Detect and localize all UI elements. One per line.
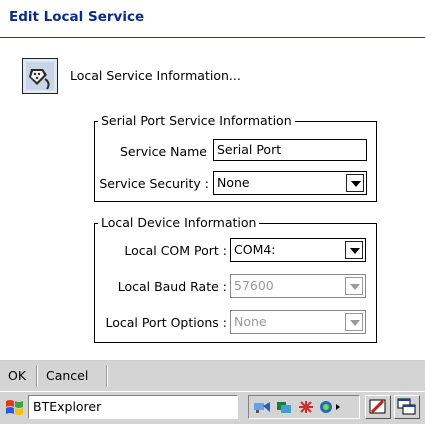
volume-icon[interactable] xyxy=(319,400,340,414)
chevron-down-icon[interactable] xyxy=(345,313,363,331)
service-name-input[interactable]: Serial Port xyxy=(213,139,367,161)
cancel-button[interactable]: Cancel xyxy=(46,368,88,383)
title-bar: Edit Local Service xyxy=(0,0,425,38)
chevron-down-icon[interactable] xyxy=(345,277,363,295)
edit-pen-icon[interactable] xyxy=(365,395,391,419)
info-text: Local Service Information... xyxy=(70,68,241,83)
windows-switch-icon[interactable] xyxy=(394,395,420,419)
taskbar-app-label: BTExplorer xyxy=(33,399,102,414)
local-com-port-label: Local COM Port : xyxy=(124,243,227,258)
window-title: Edit Local Service xyxy=(9,9,145,25)
taskbar: BTExplorer xyxy=(0,391,425,424)
chevron-down-icon[interactable] xyxy=(345,241,363,259)
local-baud-rate-value: 57600 xyxy=(234,278,274,293)
serial-cable-icon xyxy=(22,58,58,94)
service-security-label: Service Security : xyxy=(99,176,209,191)
ok-button[interactable]: OK xyxy=(8,368,26,383)
local-port-options-value: None xyxy=(234,314,267,329)
local-com-port-dropdown[interactable]: COM4: xyxy=(230,238,366,262)
device-group-legend: Local Device Information xyxy=(101,215,257,230)
chevron-down-icon[interactable] xyxy=(346,174,364,192)
local-port-options-label: Local Port Options : xyxy=(105,315,227,330)
edit-local-service-screen: Edit Local Service Local Service Informa… xyxy=(0,0,425,424)
service-name-label: Service Name xyxy=(119,144,207,159)
service-security-value: None xyxy=(217,175,250,190)
system-tray xyxy=(248,395,360,419)
local-port-options-dropdown[interactable]: None xyxy=(230,310,366,334)
bluetooth-icon[interactable] xyxy=(297,400,313,414)
local-com-port-value: COM4: xyxy=(234,242,276,257)
windows-flag-icon[interactable] xyxy=(4,398,26,418)
bluetooth-explorer-icon[interactable] xyxy=(253,400,270,414)
title-divider xyxy=(0,37,425,38)
menu-separator xyxy=(106,365,108,387)
service-security-dropdown[interactable]: None xyxy=(213,171,367,195)
local-baud-rate-label: Local Baud Rate : xyxy=(117,279,227,294)
network-icon[interactable] xyxy=(275,400,291,414)
serial-group-legend: Serial Port Service Information xyxy=(101,113,292,128)
menu-separator xyxy=(36,365,38,387)
local-baud-rate-dropdown[interactable]: 57600 xyxy=(230,274,366,298)
taskbar-app-button[interactable]: BTExplorer xyxy=(28,395,238,419)
menu-bar: OK Cancel xyxy=(0,360,425,391)
